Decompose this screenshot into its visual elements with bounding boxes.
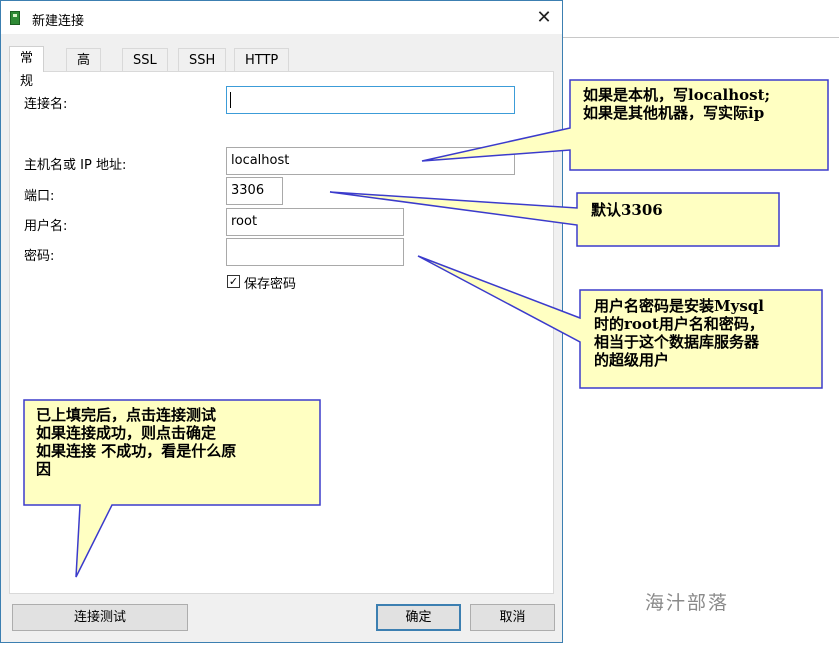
host-note: 如果是本机，写localhost; 如果是其他机器，写实际ip	[583, 86, 770, 122]
host-note-line-2: 如果是其他机器，写实际ip	[583, 104, 765, 122]
host-note-line-1: 如果是本机，写localhost;	[583, 86, 771, 104]
test-note-line-4: 因	[36, 460, 52, 478]
user-note-line-4: 的超级用户	[594, 351, 670, 369]
user-note: 用户名密码是安装Mysql 时的root用户名和密码， 相当于这个数据库服务器 …	[594, 297, 764, 369]
test-note-line-2: 如果连接成功，则点击确定	[36, 424, 217, 442]
test-note-line-3: 如果连接 不成功，看是什么原	[36, 442, 237, 460]
user-note-line-1: 用户名密码是安装Mysql	[594, 297, 764, 315]
test-note: 已上填完后，点击连接测试 如果连接成功，则点击确定 如果连接 不成功，看是什么原…	[36, 406, 236, 478]
test-note-line-1: 已上填完后，点击连接测试	[36, 406, 217, 424]
user-note-line-2: 时的root用户名和密码，	[594, 315, 764, 333]
watermark: 海汁部落	[645, 592, 730, 614]
user-note-line-3: 相当于这个数据库服务器	[594, 333, 760, 351]
port-note-line-1: 默认3306	[591, 201, 663, 219]
port-note-callout	[329, 191, 780, 247]
tab-general[interactable]: 常规	[9, 46, 45, 89]
port-note: 默认3306	[591, 201, 663, 219]
